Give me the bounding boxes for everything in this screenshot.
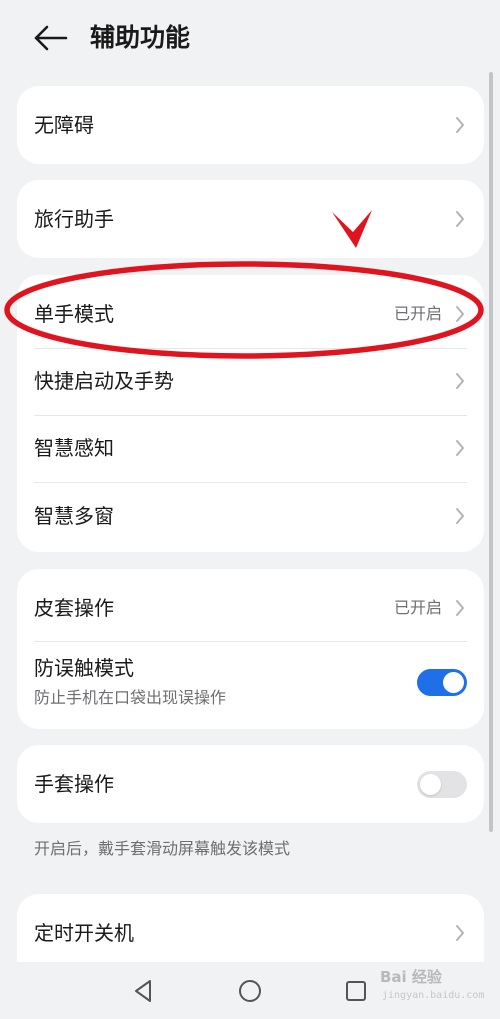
page-title: 辅助功能	[90, 23, 191, 52]
setting-label: 定时开关机	[34, 921, 134, 945]
toggle-knob	[420, 774, 441, 795]
chevron-right-icon	[456, 508, 464, 524]
triangle-back-icon[interactable]	[128, 976, 158, 1006]
settings-card-3: 单手模式 已开启 快捷启动及手势 智慧感知 智慧多窗	[17, 275, 484, 552]
setting-row-one-hand-mode[interactable]: 单手模式 已开启	[17, 275, 484, 348]
settings-card-2: 旅行助手	[17, 180, 484, 258]
setting-row-cover-operation[interactable]: 皮套操作 已开启	[17, 569, 484, 641]
setting-row-accidental-touch: 防误触模式 防止手机在口袋出现误操作	[17, 641, 484, 729]
setting-row-scheduled-power[interactable]: 定时开关机	[17, 894, 484, 962]
setting-label: 皮套操作	[34, 596, 114, 620]
settings-card-1: 无障碍	[17, 86, 484, 164]
glove-mode-note: 开启后，戴手套滑动屏幕触发该模式	[34, 839, 291, 858]
arrow-left-icon	[34, 25, 68, 51]
app-header: 辅助功能	[0, 0, 500, 78]
chevron-right-icon	[456, 925, 464, 941]
chevron-right-icon	[456, 440, 464, 456]
settings-card-6: 定时开关机	[17, 894, 484, 962]
chevron-right-icon	[456, 211, 464, 227]
watermark-url: jingyan.baidu.com	[382, 990, 485, 1001]
back-button[interactable]	[30, 20, 70, 56]
watermark-logo: Bai 经验	[380, 968, 442, 986]
square-recent-icon[interactable]	[341, 976, 371, 1006]
setting-label: 单手模式	[34, 302, 114, 326]
accidental-touch-toggle[interactable]	[417, 669, 467, 696]
setting-row-smart-perception[interactable]: 智慧感知	[17, 415, 484, 482]
toggle-knob	[443, 672, 464, 693]
setting-label: 防误触模式	[34, 656, 134, 680]
setting-subtitle: 防止手机在口袋出现误操作	[34, 688, 227, 707]
status-text: 已开启	[393, 304, 442, 323]
chevron-right-icon	[456, 117, 464, 133]
setting-label: 无障碍	[34, 113, 94, 137]
setting-label: 快捷启动及手势	[34, 369, 174, 393]
glove-mode-toggle[interactable]	[417, 771, 467, 798]
setting-row-shortcuts-gestures[interactable]: 快捷启动及手势	[17, 348, 484, 415]
setting-row-smart-multi-window[interactable]: 智慧多窗	[17, 482, 484, 552]
setting-label: 旅行助手	[34, 207, 114, 231]
chevron-right-icon	[456, 306, 464, 322]
scrollbar[interactable]	[489, 72, 493, 832]
setting-label: 手套操作	[34, 772, 114, 796]
setting-row-accessibility[interactable]: 无障碍	[17, 86, 484, 164]
chevron-right-icon	[456, 600, 464, 616]
setting-row-glove-mode: 手套操作	[17, 745, 484, 823]
circle-home-icon[interactable]	[235, 976, 265, 1006]
setting-row-travel-assistant[interactable]: 旅行助手	[17, 180, 484, 258]
chevron-right-icon	[456, 373, 464, 389]
setting-label: 智慧感知	[34, 436, 114, 460]
settings-card-5: 手套操作	[17, 745, 484, 823]
status-text: 已开启	[393, 598, 442, 617]
settings-card-4: 皮套操作 已开启 防误触模式 防止手机在口袋出现误操作	[17, 569, 484, 729]
setting-label: 智慧多窗	[34, 504, 114, 528]
